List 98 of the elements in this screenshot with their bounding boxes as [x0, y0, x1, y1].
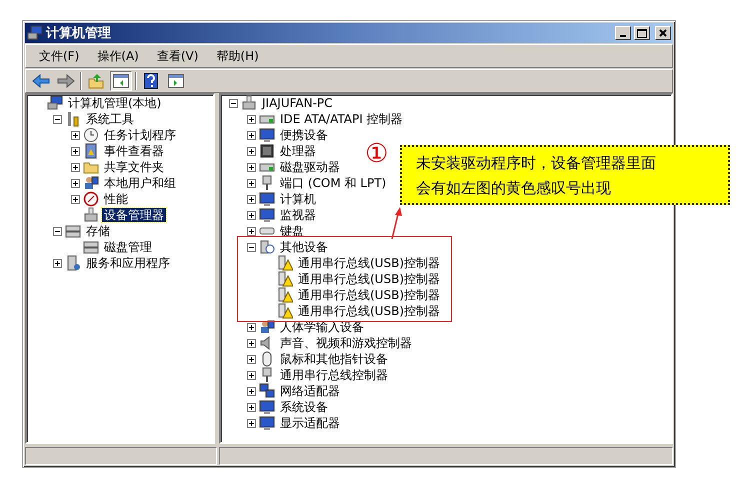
- tree-item[interactable]: 通用串行总线(USB)控制器: [296, 272, 442, 286]
- server-icon: [65, 255, 81, 271]
- maximize-icon: [637, 28, 647, 38]
- back-arrow-icon: [32, 74, 50, 88]
- help-icon: [144, 73, 158, 89]
- clock-icon: [83, 127, 99, 143]
- tree-item[interactable]: 通用串行总线(USB)控制器: [296, 304, 442, 318]
- tree-item[interactable]: 通用串行总线(USB)控制器: [296, 288, 442, 302]
- tree-item[interactable]: 便携设备: [278, 128, 330, 142]
- chip-icon: [259, 143, 275, 159]
- monitor-icon: [259, 399, 275, 415]
- tree-item[interactable]: 计算机管理(本地): [66, 96, 164, 110]
- expand-toggle[interactable]: [246, 194, 256, 204]
- tree-item[interactable]: 其他设备: [278, 240, 330, 254]
- gauge-icon: [83, 191, 99, 207]
- expand-toggle[interactable]: [246, 114, 256, 124]
- menu-item[interactable]: 操作(A): [88, 48, 148, 64]
- action-pane-icon: [168, 74, 184, 88]
- log-icon: [83, 143, 99, 159]
- pointer-arrow: [389, 206, 403, 240]
- folder-up-icon: [88, 73, 104, 89]
- tree-item[interactable]: 任务计划程序: [102, 128, 178, 142]
- unknown-icon: [259, 239, 275, 255]
- minimize-button[interactable]: [615, 26, 631, 40]
- expand-toggle[interactable]: [246, 418, 256, 428]
- expand-toggle[interactable]: [246, 178, 256, 188]
- tree-item[interactable]: 磁盘驱动器: [278, 160, 342, 174]
- tree-item[interactable]: 监视器: [278, 208, 318, 222]
- menu-item[interactable]: 帮助(H): [207, 48, 268, 64]
- storage-icon: [65, 223, 81, 239]
- close-button[interactable]: [655, 26, 671, 40]
- close-icon: [659, 29, 667, 37]
- tree-item[interactable]: 存储: [84, 224, 112, 238]
- tree-item[interactable]: 系统工具: [84, 112, 136, 126]
- computer-icon: [27, 25, 43, 41]
- expand-toggle[interactable]: [246, 322, 256, 332]
- tree-item[interactable]: 共享文件夹: [102, 160, 166, 174]
- tree-item[interactable]: 鼠标和其他指针设备: [278, 352, 390, 366]
- expand-toggle[interactable]: [246, 210, 256, 220]
- tree-item[interactable]: 网络适配器: [278, 384, 342, 398]
- tree-item[interactable]: 系统设备: [278, 400, 330, 414]
- expand-toggle[interactable]: [246, 226, 256, 236]
- expand-toggle[interactable]: [228, 98, 238, 108]
- menu-item[interactable]: 查看(V): [148, 48, 208, 64]
- maximize-button[interactable]: [634, 26, 650, 40]
- window-title: 计算机管理: [46, 25, 112, 42]
- network-icon: [259, 383, 275, 399]
- warning-icon: [277, 287, 293, 303]
- tree-item[interactable]: 端口 (COM 和 LPT): [278, 176, 388, 190]
- expand-toggle[interactable]: [52, 226, 62, 236]
- tree-item[interactable]: 显示适配器: [278, 416, 342, 430]
- tree-item[interactable]: 通用串行总线(USB)控制器: [296, 256, 442, 270]
- expand-toggle[interactable]: [246, 242, 256, 252]
- tree-item[interactable]: 性能: [102, 192, 130, 206]
- tree-item[interactable]: 设备管理器: [102, 208, 166, 222]
- computer-icon: [47, 95, 63, 111]
- tree-item[interactable]: JIAJUFAN-PC: [260, 96, 335, 110]
- tree-item[interactable]: 声音、视频和游戏控制器: [278, 336, 414, 350]
- expand-toggle[interactable]: [246, 354, 256, 364]
- expand-toggle[interactable]: [246, 370, 256, 380]
- tree-item[interactable]: 计算机: [278, 192, 318, 206]
- monitor-icon: [259, 191, 275, 207]
- monitor-icon: [259, 127, 275, 143]
- users-icon: [259, 319, 275, 335]
- monitor-icon: [259, 415, 275, 431]
- expand-toggle[interactable]: [52, 114, 62, 124]
- menu-item[interactable]: 文件(F): [30, 48, 88, 64]
- step-number: ①: [365, 139, 388, 169]
- device-icon: [83, 207, 99, 223]
- tree-item[interactable]: 处理器: [278, 144, 318, 158]
- tree-item[interactable]: IDE ATA/ATAPI 控制器: [278, 112, 405, 126]
- expand-toggle[interactable]: [246, 162, 256, 172]
- warning-icon: [277, 303, 293, 319]
- callout-text: 未安装驱动程序时，设备管理器里面: [416, 153, 657, 174]
- expand-toggle[interactable]: [246, 130, 256, 140]
- storage-icon: [83, 239, 99, 255]
- forward-arrow-icon: [57, 74, 75, 88]
- expand-toggle[interactable]: [52, 258, 62, 268]
- tree-item[interactable]: 通用串行总线控制器: [278, 368, 390, 382]
- warning-icon: [277, 255, 293, 271]
- monitor-icon: [259, 207, 275, 223]
- expand-toggle[interactable]: [246, 402, 256, 412]
- expand-toggle[interactable]: [246, 146, 256, 156]
- tree-pane-icon: [113, 74, 129, 88]
- expand-toggle[interactable]: [70, 146, 80, 156]
- expand-toggle[interactable]: [70, 178, 80, 188]
- tree-item[interactable]: 磁盘管理: [102, 240, 154, 254]
- tree-item[interactable]: 事件查看器: [102, 144, 166, 158]
- expand-toggle[interactable]: [70, 194, 80, 204]
- warning-icon: [277, 271, 293, 287]
- tree-item[interactable]: 服务和应用程序: [84, 256, 172, 270]
- callout-text: 会有如左图的黄色感叹号出现: [416, 178, 612, 199]
- users-icon: [83, 175, 99, 191]
- expand-toggle[interactable]: [70, 162, 80, 172]
- expand-toggle[interactable]: [246, 338, 256, 348]
- tree-item[interactable]: 本地用户和组: [102, 176, 178, 190]
- expand-toggle[interactable]: [70, 130, 80, 140]
- expand-toggle[interactable]: [246, 386, 256, 396]
